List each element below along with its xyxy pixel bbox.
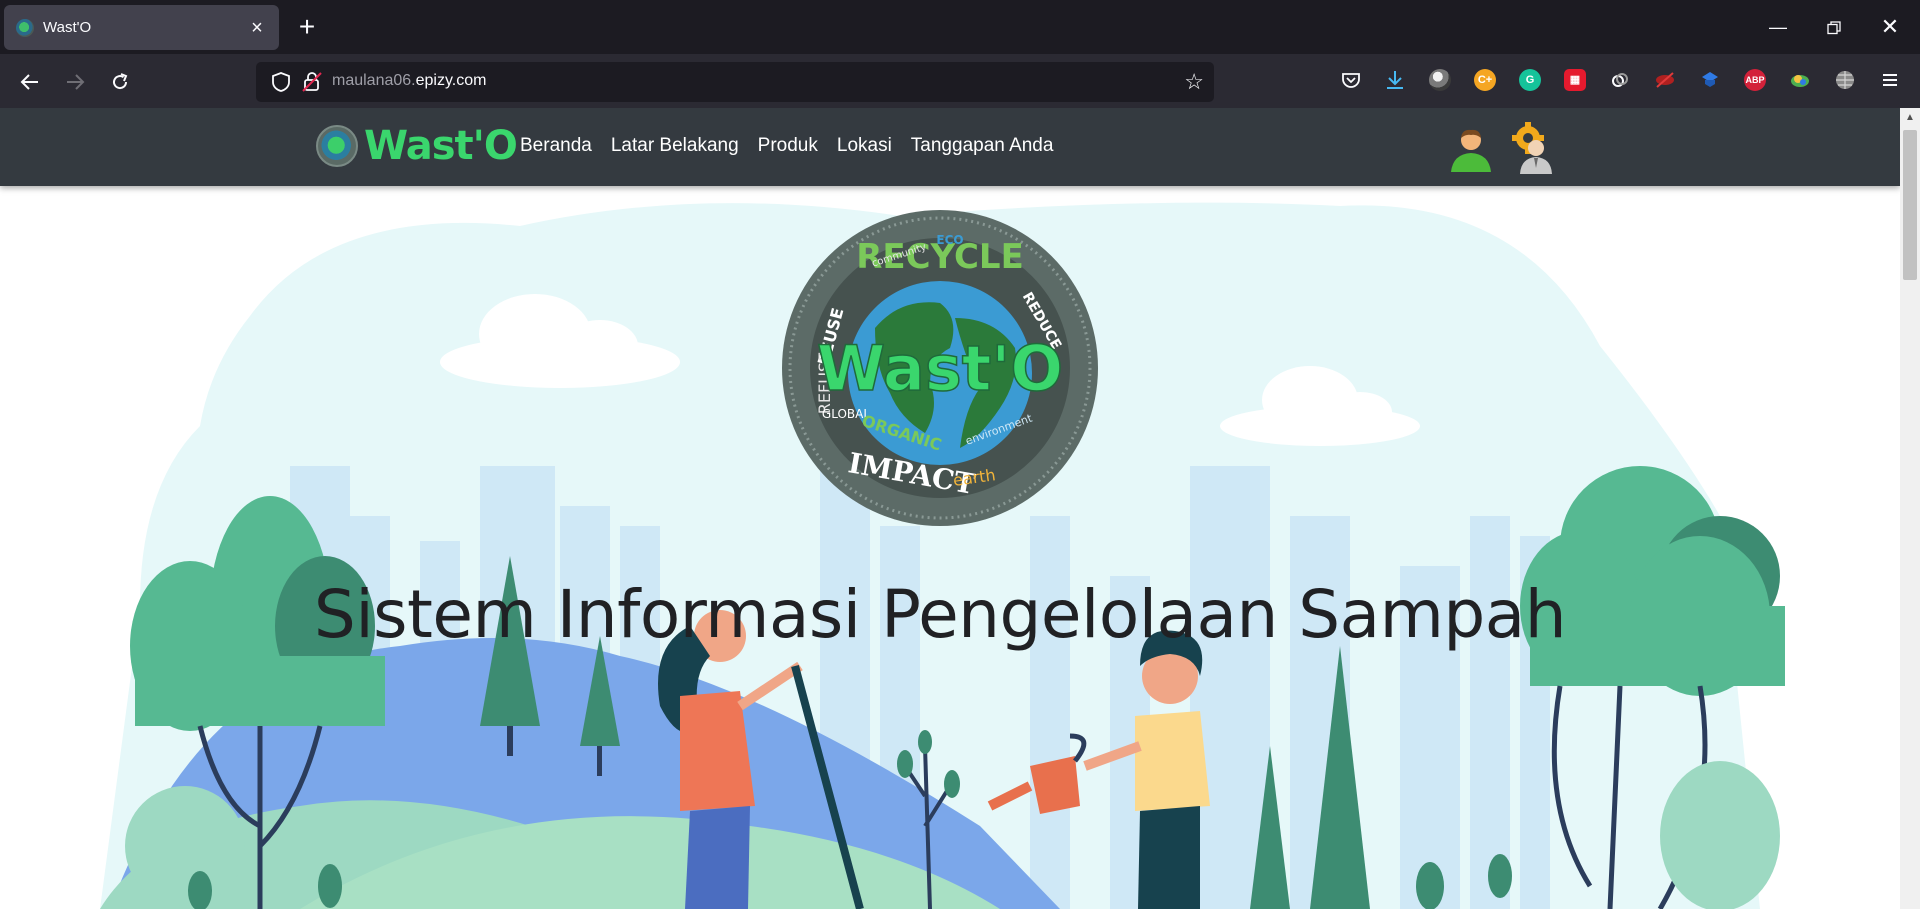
menu-item-latar-belakang[interactable]: Latar Belakang bbox=[611, 134, 739, 158]
avatar-extension-icon[interactable] bbox=[1429, 69, 1451, 91]
pocket-icon[interactable] bbox=[1340, 69, 1362, 91]
url-prefix: maulana06. bbox=[332, 72, 416, 89]
logo-main-text: Wast'O bbox=[817, 332, 1063, 405]
close-window-button[interactable]: ✕ bbox=[1870, 8, 1910, 46]
restore-window-button[interactable] bbox=[1814, 8, 1854, 46]
grammarly-icon[interactable]: G bbox=[1519, 69, 1541, 91]
logo-word-eco: ECO bbox=[936, 233, 963, 247]
download-icon[interactable] bbox=[1384, 69, 1406, 91]
forward-button[interactable] bbox=[55, 62, 95, 100]
close-tab-icon[interactable]: × bbox=[247, 18, 267, 38]
globe-extension-icon[interactable] bbox=[1834, 69, 1856, 91]
hero-title: Sistem Informasi Pengelolaan Sampah bbox=[313, 576, 1567, 653]
tab-title: Wast'O bbox=[43, 19, 92, 36]
browser-toolbar: maulana06.epizy.com ☆ C+ G ▦ ABP bbox=[0, 54, 1920, 108]
address-bar[interactable]: maulana06.epizy.com ☆ bbox=[256, 62, 1214, 102]
page-viewport: Wast'O Beranda Latar Belakang Produk Lok… bbox=[0, 108, 1900, 909]
reload-button[interactable] bbox=[100, 62, 140, 100]
site-navbar: Wast'O Beranda Latar Belakang Produk Lok… bbox=[0, 108, 1900, 186]
link-extension-icon[interactable] bbox=[1609, 69, 1631, 91]
app-menu-icon[interactable] bbox=[1879, 69, 1901, 91]
bookmark-star-icon[interactable]: ☆ bbox=[1184, 68, 1204, 96]
brand-name: Wast'O bbox=[364, 123, 518, 169]
eye-hide-extension-icon[interactable] bbox=[1654, 69, 1676, 91]
menu-item-produk[interactable]: Produk bbox=[758, 134, 818, 158]
scroll-up-arrow-icon[interactable]: ▲ bbox=[1900, 108, 1920, 128]
admin-settings-icon[interactable] bbox=[1506, 122, 1558, 174]
site-brand[interactable]: Wast'O bbox=[316, 123, 518, 169]
browser-tab-bar: Wast'O × + — ✕ bbox=[0, 0, 1920, 54]
main-menu: Beranda Latar Belakang Produk Lokasi Tan… bbox=[520, 134, 1072, 158]
vpn-extension-icon[interactable] bbox=[1789, 69, 1811, 91]
menu-item-tanggapan-anda[interactable]: Tanggapan Anda bbox=[911, 134, 1054, 158]
hero-logo-emblem: RECYCLE REDUCE REUSE REFUSE GLOBAL ORGAN… bbox=[780, 208, 1100, 528]
mega-extension-icon[interactable]: ▦ bbox=[1564, 69, 1586, 91]
cplus-extension-icon[interactable]: C+ bbox=[1474, 69, 1496, 91]
browser-tab[interactable]: Wast'O × bbox=[4, 5, 279, 50]
page-scrollbar[interactable]: ▲ bbox=[1900, 108, 1920, 909]
url-host: epizy.com bbox=[415, 72, 487, 89]
minimize-window-button[interactable]: — bbox=[1758, 8, 1798, 46]
new-tab-button[interactable]: + bbox=[292, 10, 322, 44]
brand-logo-icon bbox=[316, 125, 358, 167]
hero-section: RECYCLE REDUCE REUSE REFUSE GLOBAL ORGAN… bbox=[0, 186, 1900, 909]
user-login-icon[interactable] bbox=[1448, 126, 1494, 172]
shield-extension-icon[interactable] bbox=[1699, 69, 1721, 91]
abp-icon[interactable]: ABP bbox=[1744, 69, 1766, 91]
site-favicon-icon bbox=[16, 18, 34, 37]
scrollbar-thumb[interactable] bbox=[1903, 130, 1917, 280]
url-text[interactable]: maulana06.epizy.com bbox=[332, 72, 486, 90]
tracking-protection-shield-icon[interactable] bbox=[270, 71, 292, 93]
menu-item-lokasi[interactable]: Lokasi bbox=[837, 134, 892, 158]
menu-item-beranda[interactable]: Beranda bbox=[520, 134, 592, 158]
back-button[interactable] bbox=[10, 62, 50, 100]
insecure-connection-lock-icon[interactable] bbox=[300, 70, 324, 94]
